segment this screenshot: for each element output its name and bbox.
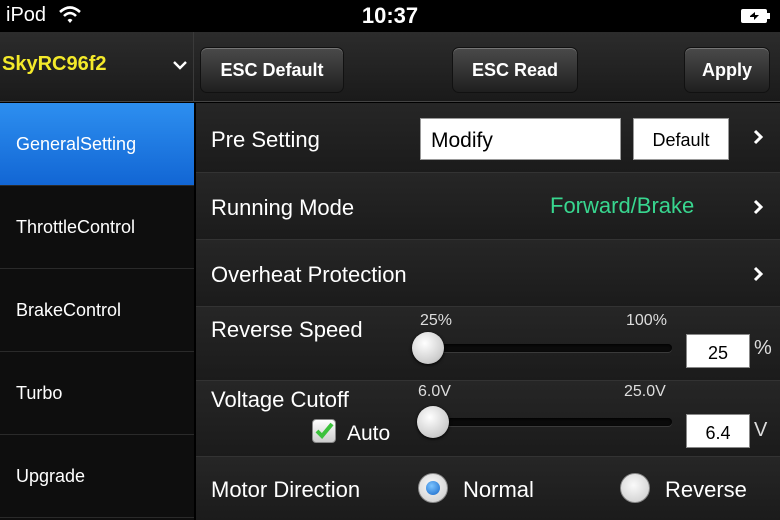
voltage-cutoff-unit: V [754,419,768,441]
reverse-speed-slider-thumb[interactable] [412,332,444,364]
esc-read-button[interactable]: ESC Read [452,47,578,93]
running-mode-row[interactable]: Running Mode Forward/Brake [196,173,780,240]
voltage-cutoff-value[interactable]: 6.4 [686,414,750,448]
pre-setting-label: Pre Setting [211,127,320,152]
auto-checkbox[interactable] [312,419,336,443]
normal-radio-label: Normal [463,477,534,502]
running-mode-value: Forward/Brake [550,193,695,218]
normal-radio[interactable] [418,473,448,503]
voltage-cutoff-slider[interactable] [418,418,672,426]
voltage-cutoff-slider-thumb[interactable] [417,406,450,438]
reverse-radio-label: Reverse [665,477,747,502]
header-toolbar: SkyRC96f2 ESC Default ESC Read Apply [0,32,780,102]
device-selector[interactable]: SkyRC96f2 [0,32,194,102]
motor-direction-row: Motor Direction Normal Reverse [196,457,780,520]
reverse-speed-value[interactable]: 25 [686,334,750,368]
radio-selected-dot [426,481,440,495]
reverse-speed-row: Reverse Speed 25% 100% 25 % [196,307,780,381]
esc-default-button[interactable]: ESC Default [200,47,344,93]
battery-icon [740,7,772,30]
sidebar-item-turbo[interactable]: Turbo [0,352,194,435]
reverse-radio[interactable] [620,473,650,503]
sidebar: GeneralSetting ThrottleControl BrakeCont… [0,103,194,520]
device-name: SkyRC96f2 [2,53,107,75]
voltage-cutoff-label: Voltage Cutoff [211,387,349,412]
overheat-protection-label: Overheat Protection [211,262,407,287]
reverse-speed-label: Reverse Speed [211,317,363,342]
reverse-speed-min-label: 25% [420,312,453,329]
motor-direction-label: Motor Direction [211,477,361,502]
chevron-right-icon[interactable] [752,199,764,220]
default-button[interactable]: Default [633,118,729,160]
running-mode-label: Running Mode [211,195,355,220]
apply-button[interactable]: Apply [684,47,770,93]
reverse-speed-unit: % [754,337,772,359]
chevron-right-icon[interactable] [752,129,764,150]
sidebar-item-general-setting[interactable]: GeneralSetting [0,103,194,186]
sidebar-item-upgrade[interactable]: Upgrade [0,435,194,518]
reverse-speed-max-label: 100% [626,312,667,329]
chevron-right-icon[interactable] [752,266,764,287]
reverse-speed-slider[interactable] [418,344,672,352]
status-bar: iPod 10:37 [0,0,780,32]
sidebar-item-throttle-control[interactable]: ThrottleControl [0,186,194,269]
pre-setting-field[interactable]: Modify [420,118,621,160]
chevron-down-icon [172,58,188,76]
auto-label: Auto [347,422,391,445]
pre-setting-row[interactable]: Pre Setting Modify Default [196,103,780,173]
overheat-protection-row[interactable]: Overheat Protection [196,240,780,307]
settings-panel: Pre Setting Modify Default Running Mode … [196,103,780,520]
sidebar-item-brake-control[interactable]: BrakeControl [0,269,194,352]
status-time: 10:37 [361,3,419,28]
voltage-cutoff-row: Voltage Cutoff Auto 6.0V 25.0V 6.4 V [196,381,780,457]
voltage-cutoff-max-label: 25.0V [624,383,666,400]
voltage-cutoff-min-label: 6.0V [418,383,451,400]
